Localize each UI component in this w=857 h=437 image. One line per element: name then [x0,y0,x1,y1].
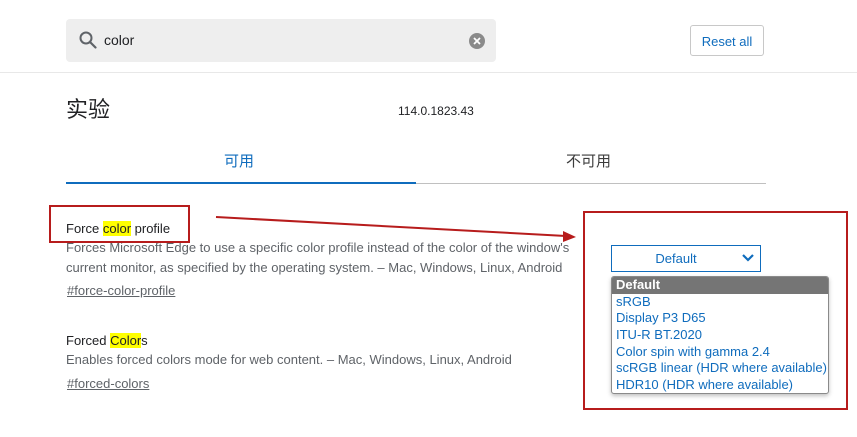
dropdown-option-default[interactable]: Default [612,277,828,294]
color-profile-dropdown[interactable]: Default sRGB Display P3 D65 ITU-R BT.202… [611,276,829,394]
dropdown-option-color-spin[interactable]: Color spin with gamma 2.4 [612,344,828,361]
chevron-down-icon [742,254,754,262]
dropdown-option-hdr10[interactable]: HDR10 (HDR where available) [612,377,828,393]
dropdown-option-srgb[interactable]: sRGB [612,294,828,311]
dropdown-option-bt2020[interactable]: ITU-R BT.2020 [612,327,828,344]
dropdown-option-scrgb[interactable]: scRGB linear (HDR where available) [612,360,828,377]
select-value: Default [655,251,697,266]
dropdown-option-display-p3[interactable]: Display P3 D65 [612,310,828,327]
color-profile-select[interactable]: Default [611,245,761,272]
